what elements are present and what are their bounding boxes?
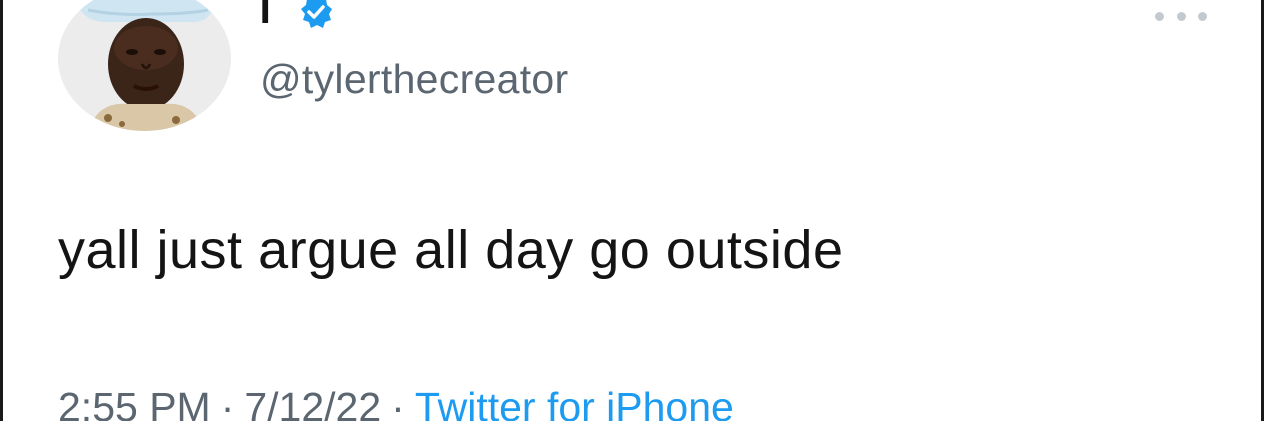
user-handle[interactable]: @tylerthecreator [260,55,568,103]
tweet-meta: 2:55 PM · 7/12/22 · Twitter for iPhone [58,382,734,421]
more-dot [1155,11,1164,21]
tweet-time[interactable]: 2:55 PM [58,384,211,421]
meta-separator: · [220,384,235,421]
more-dot [1198,11,1207,21]
tweet-card: T @tylerthecreator yall just argue all d… [0,0,1264,421]
tweet-date[interactable]: 7/12/22 [244,384,381,421]
more-options-icon[interactable] [1155,6,1207,26]
verified-badge-icon [298,0,334,30]
avatar[interactable] [58,0,231,131]
tweet-text: yall just argue all day go outside [58,220,844,280]
tweet-source-link[interactable]: Twitter for iPhone [415,384,734,421]
display-name[interactable]: T [253,0,277,34]
meta-separator: · [391,384,405,421]
more-dot [1176,11,1186,21]
